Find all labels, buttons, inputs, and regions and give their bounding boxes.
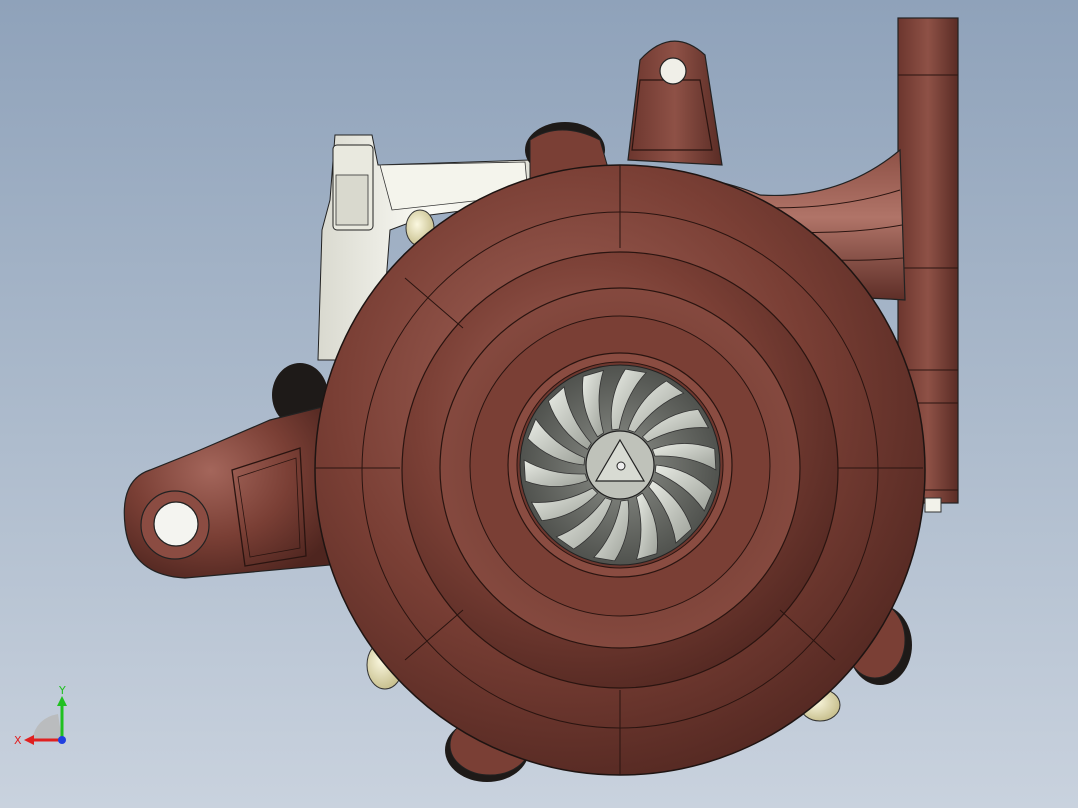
z-axis-dot [58,736,66,744]
3d-viewport[interactable]: Y X [0,0,1078,808]
coordinate-triad: Y X [10,682,80,752]
mounting-ear-top [627,40,723,166]
x-label: X [14,734,22,747]
mounting-arm-left [123,404,331,579]
compressor-wheel [519,364,721,566]
turbocharger-model[interactable] [0,0,1078,808]
x-arrow-icon [24,735,34,745]
triad-plane [32,714,62,740]
y-arrow-icon [57,696,67,706]
y-label: Y [58,684,66,697]
